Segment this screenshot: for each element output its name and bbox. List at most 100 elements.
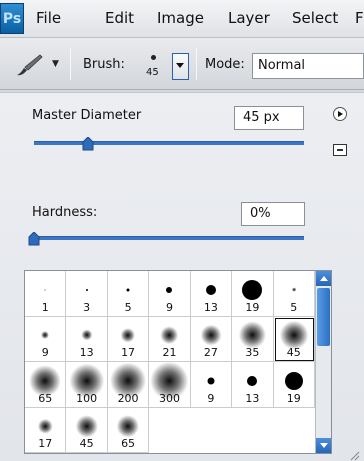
soft-round-brush-icon [81, 329, 93, 341]
brush-preset-cell[interactable]: 45 [273, 316, 315, 362]
soft-round-brush-icon [200, 324, 222, 346]
brush-preset-list: 1 3 5 9 13 19 5 9 13 17 21 27 35 45 65 100 200 300 9 13 19 17… [24, 270, 332, 454]
brush-size-label: 5 [290, 300, 298, 314]
brush-preset-cell[interactable]: 5 [107, 271, 150, 317]
master-diameter-input[interactable]: 45 px [234, 106, 304, 130]
brush-preset-cell[interactable]: 19 [273, 362, 315, 408]
brush-size-label: 13 [79, 346, 94, 359]
hardness-slider[interactable] [34, 236, 304, 240]
menu-select[interactable]: Select [292, 9, 338, 27]
soft-round-brush-icon [75, 414, 98, 438]
menu-bar: Ps File Edit Image Layer Select F [0, 0, 364, 38]
hard-round-brush-icon [207, 377, 215, 385]
panel-menu-icon[interactable] [333, 107, 347, 121]
brush-tool-icon[interactable] [14, 52, 44, 78]
brush-preset-cell[interactable]: 5 [273, 271, 315, 317]
brush-size-label: 65 [38, 391, 53, 405]
brush-size-label: 45 [79, 437, 94, 450]
menu-file[interactable]: File [36, 9, 61, 27]
soft-round-brush-icon [116, 414, 140, 438]
soft-round-brush-icon [41, 331, 50, 340]
brush-preset-cell[interactable]: 13 [66, 316, 108, 362]
mode-select[interactable]: Normal [252, 53, 364, 79]
brush-size-label: 19 [286, 391, 301, 405]
brush-preset-cell[interactable]: 9 [25, 316, 67, 362]
brush-preset-cell[interactable]: 65 [25, 362, 67, 408]
brush-preset-cell[interactable]: 200 [107, 362, 150, 408]
brush-size-label: 19 [245, 300, 260, 314]
brush-preset-cell[interactable]: 45 [66, 407, 108, 453]
divider [70, 48, 71, 80]
brush-size-label: 45 [146, 67, 159, 78]
hardness-label: Hardness: [32, 205, 98, 220]
hardness-input[interactable]: 0% [241, 202, 305, 226]
brush-size-label: 9 [207, 391, 215, 405]
brush-preview[interactable]: 45 [141, 49, 165, 83]
soft-round-brush-icon [38, 418, 53, 434]
menu-edit[interactable]: Edit [105, 9, 134, 27]
chevron-down-icon [176, 63, 184, 68]
brush-size-label: 5 [124, 300, 132, 314]
hard-round-brush-icon [247, 375, 258, 386]
brush-size-label: 45 [286, 346, 301, 359]
mode-label: Mode: [205, 57, 245, 72]
brush-size-label: 200 [117, 391, 139, 405]
scroll-thumb[interactable] [317, 288, 330, 346]
brush-size-label: 13 [245, 391, 260, 405]
brush-preset-cell[interactable]: 1 [25, 271, 67, 317]
brush-preset-cell[interactable]: 35 [232, 316, 274, 362]
brush-label: Brush: [83, 57, 125, 72]
soft-round-brush-icon [291, 287, 297, 293]
brush-size-label: 17 [121, 346, 136, 359]
brush-size-label: 65 [121, 437, 136, 450]
brush-size-label: 21 [162, 346, 177, 359]
brush-size-label: 13 [203, 300, 218, 314]
brush-preset-cell[interactable]: 19 [232, 271, 274, 317]
brush-list-scrollbar[interactable] [315, 271, 331, 453]
photoshop-logo: Ps [0, 3, 24, 34]
resize-grip-icon[interactable] [348, 446, 360, 461]
brush-preset-cell[interactable]: 9 [149, 271, 191, 317]
divider [196, 48, 197, 80]
brush-preset-cell[interactable]: 13 [232, 362, 274, 408]
options-bar: ▼ Brush: 45 Mode: Normal [0, 38, 364, 90]
hardness-slider-thumb[interactable] [28, 231, 40, 246]
menu-image[interactable]: Image [157, 9, 204, 27]
brush-preset-cell[interactable]: 27 [190, 316, 233, 362]
menu-filter[interactable]: F [355, 9, 364, 27]
brush-tip-icon [151, 55, 156, 60]
brush-picker-dropdown-button[interactable] [172, 53, 189, 80]
soft-round-brush-icon [238, 321, 266, 349]
hard-round-brush-icon [126, 288, 130, 292]
brush-size-label: 300 [158, 391, 180, 405]
menu-layer[interactable]: Layer [228, 9, 270, 27]
brush-preset-cell[interactable]: 100 [66, 362, 108, 408]
master-diameter-label: Master Diameter [32, 108, 142, 123]
brush-size-label: 35 [245, 346, 260, 359]
brush-size-label: 100 [76, 391, 98, 405]
brush-preset-cell[interactable]: 21 [149, 316, 191, 362]
hard-round-brush-icon [44, 289, 46, 291]
brush-preset-cell[interactable]: 13 [190, 271, 233, 317]
brush-size-label: 9 [41, 346, 49, 359]
new-preset-icon[interactable] [333, 144, 347, 156]
soft-round-brush-icon [160, 326, 179, 344]
tool-preset-arrow-icon[interactable]: ▼ [52, 59, 59, 69]
scroll-down-icon[interactable] [316, 438, 331, 453]
brush-size-label: 27 [203, 346, 218, 359]
brush-size-label: 9 [165, 300, 173, 314]
hard-round-brush-icon [242, 279, 263, 300]
brush-preset-cell[interactable]: 17 [25, 407, 67, 453]
brush-preset-cell[interactable]: 300 [149, 361, 191, 408]
brush-preset-cell[interactable]: 65 [107, 407, 150, 453]
hard-round-brush-icon [85, 288, 88, 291]
brush-preset-cell[interactable]: 3 [66, 271, 108, 317]
hard-round-brush-icon [284, 371, 303, 390]
master-diameter-slider[interactable] [34, 141, 304, 145]
scroll-up-icon[interactable] [316, 271, 331, 286]
brush-grid: 1 3 5 9 13 19 5 9 13 17 21 27 35 45 65 100 200 300 9 13 19 17… [25, 271, 315, 453]
brush-preset-cell[interactable]: 17 [107, 316, 150, 362]
brush-preset-cell[interactable]: 9 [190, 362, 233, 408]
master-diameter-slider-thumb[interactable] [82, 136, 94, 151]
brush-size-label: 1 [41, 300, 49, 314]
